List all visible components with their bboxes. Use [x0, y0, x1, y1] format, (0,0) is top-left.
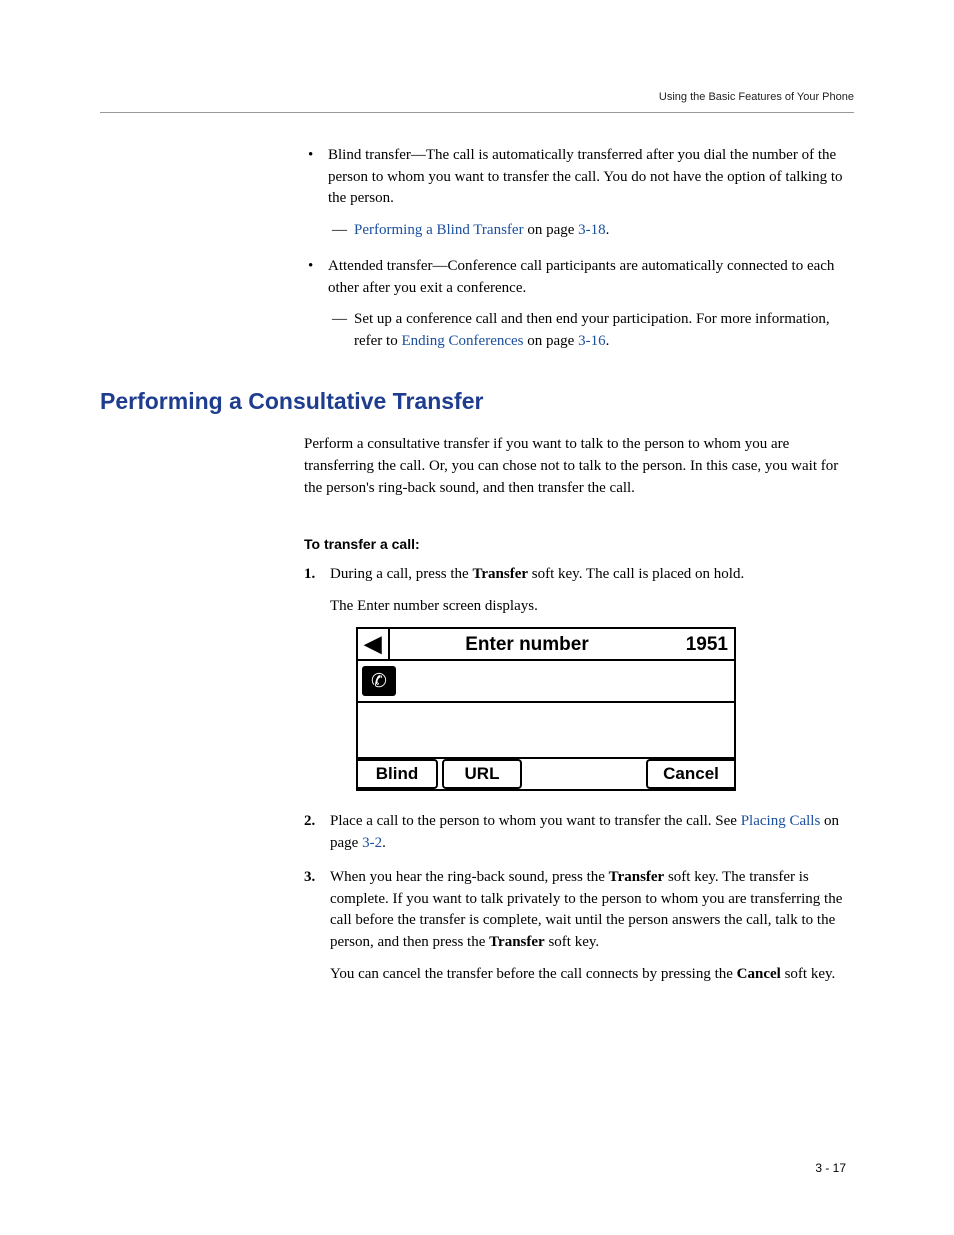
phone-screen-figure: ◀ Enter number 1951 ✆ Blind URL Cancel [356, 627, 736, 791]
text: soft key. [545, 934, 599, 950]
softkey-row: Blind URL Cancel [358, 757, 736, 789]
softkey-cancel: Cancel [646, 759, 734, 789]
section-paragraph: Perform a consultative transfer if you w… [304, 434, 848, 499]
step-number: 3. [304, 867, 315, 889]
link-page-3-18[interactable]: 3-18 [578, 222, 606, 238]
step-number: 1. [304, 564, 315, 586]
body-column: Blind transfer—The call is automatically… [304, 145, 848, 353]
blind-transfer-text: Blind transfer—The call is automatically… [328, 147, 843, 207]
text: soft key. The call is placed on hold. [528, 566, 744, 582]
procedure-steps: 1. During a call, press the Transfer sof… [304, 564, 848, 986]
page-number: 3 - 17 [815, 1160, 846, 1177]
softkey-name: Transfer [609, 869, 665, 885]
link-placing-calls[interactable]: Placing Calls [741, 813, 821, 829]
text: on page [524, 222, 579, 238]
step-1: 1. During a call, press the Transfer sof… [304, 564, 848, 792]
back-icon: ◀ [358, 629, 390, 659]
text: . [382, 835, 386, 851]
body-column: Perform a consultative transfer if you w… [304, 434, 848, 985]
link-page-3-2[interactable]: 3-2 [362, 835, 382, 851]
running-header: Using the Basic Features of Your Phone [100, 90, 854, 106]
list-item: Set up a conference call and then end yo… [328, 309, 848, 353]
header-rule [100, 112, 854, 113]
procedure-subhead: To transfer a call: [304, 534, 848, 554]
softkey-name: Transfer [489, 934, 545, 950]
softkey-name: Cancel [737, 966, 781, 982]
link-ending-conferences[interactable]: Ending Conferences [401, 333, 523, 349]
softkey-name: Transfer [472, 566, 528, 582]
list-item: Performing a Blind Transfer on page 3-18… [328, 220, 848, 242]
text: You can cancel the transfer before the c… [330, 966, 737, 982]
link-blind-transfer[interactable]: Performing a Blind Transfer [354, 222, 524, 238]
step-3: 3. When you hear the ring-back sound, pr… [304, 867, 848, 986]
link-page-3-16[interactable]: 3-16 [578, 333, 606, 349]
extension-number: 1951 [664, 631, 734, 659]
text: When you hear the ring-back sound, press… [330, 869, 609, 885]
text: The Enter number screen displays. [330, 596, 848, 618]
blank-area [358, 701, 736, 757]
screen-title: Enter number [390, 631, 664, 659]
phone-icon: ✆ [362, 666, 396, 696]
attended-transfer-text: Attended transfer—Conference call partic… [328, 258, 834, 296]
text: During a call, press the [330, 566, 472, 582]
step-number: 2. [304, 811, 315, 833]
softkey-url: URL [442, 759, 522, 789]
text: on page [524, 333, 579, 349]
softkey-blind: Blind [358, 759, 438, 789]
text: soft key. [781, 966, 835, 982]
text: Place a call to the person to whom you w… [330, 813, 741, 829]
list-item: Attended transfer—Conference call partic… [304, 256, 848, 353]
step-2: 2. Place a call to the person to whom yo… [304, 811, 848, 855]
list-item: Blind transfer—The call is automatically… [304, 145, 848, 242]
section-heading: Performing a Consultative Transfer [100, 385, 854, 418]
text: . [606, 222, 610, 238]
transfer-type-list: Blind transfer—The call is automatically… [304, 145, 848, 353]
text: . [606, 333, 610, 349]
